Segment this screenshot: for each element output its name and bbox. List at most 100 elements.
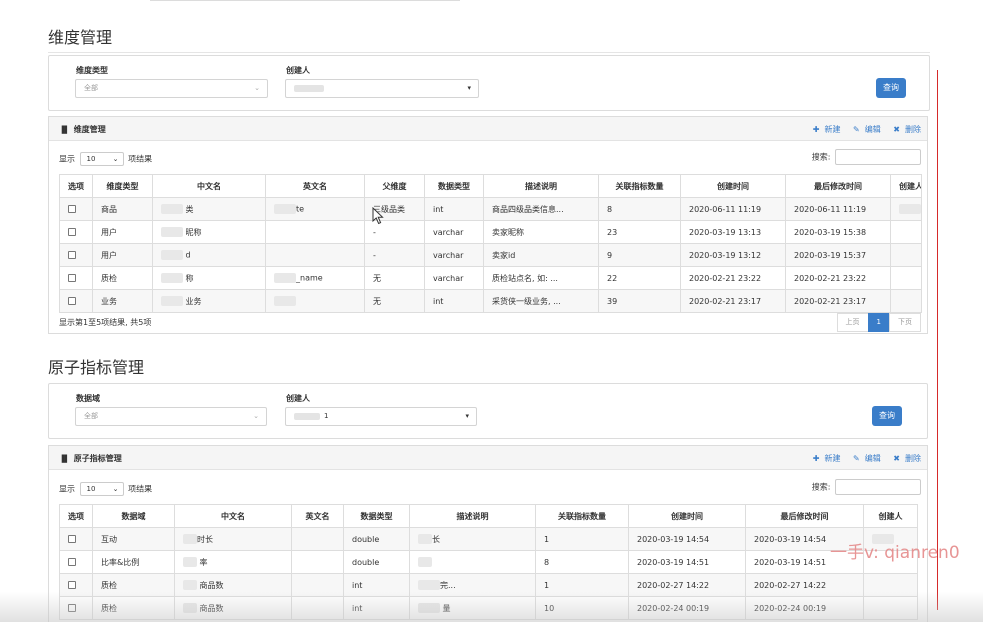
caret-down-icon: ▾ bbox=[467, 84, 471, 92]
col-chinese-name[interactable]: 中文名 bbox=[174, 504, 292, 528]
new-button[interactable]: ✚ 新建 bbox=[808, 125, 841, 134]
redacted-block bbox=[418, 580, 440, 590]
col-chinese-name[interactable]: 中文名 bbox=[152, 174, 266, 198]
search-input[interactable] bbox=[835, 479, 921, 495]
col-dimension-type[interactable]: 维度类型 bbox=[92, 174, 153, 198]
creator-select[interactable]: ▾ bbox=[285, 79, 479, 98]
page-length-select[interactable]: 10 ⌄ bbox=[79, 152, 124, 166]
table-row[interactable]: 质检 商品数 int 量 10 2020-02-24 00:19 2020-02… bbox=[59, 596, 918, 620]
cell-count: 22 bbox=[598, 266, 681, 290]
row-checkbox[interactable] bbox=[68, 274, 76, 282]
col-created-time[interactable]: 创建时间 bbox=[628, 504, 746, 528]
cell-count: 1 bbox=[535, 573, 629, 597]
creator-value-redacted bbox=[294, 412, 320, 420]
row-checkbox[interactable] bbox=[68, 251, 76, 259]
col-created-time[interactable]: 创建时间 bbox=[680, 174, 786, 198]
delete-button[interactable]: ✖ 删除 bbox=[888, 125, 921, 134]
edit-button[interactable]: ✎ 编辑 bbox=[848, 454, 881, 463]
panel-header: ▐▌ 维度管理 ✚ 新建 ✎ 编辑 ✖ 删除 bbox=[49, 117, 927, 141]
cell-cn: 商品数 bbox=[174, 596, 292, 620]
data-domain-select[interactable]: 全部 ⌄ bbox=[75, 407, 267, 426]
creator-select[interactable]: 1 ▾ bbox=[285, 407, 477, 426]
cell-type: 用户 bbox=[92, 220, 153, 244]
col-related-count[interactable]: 关联指标数量 bbox=[598, 174, 681, 198]
row-checkbox-cell bbox=[59, 550, 93, 574]
table-row[interactable]: 质检 称 _name 无 varchar 质检站点名, 如: ... 22 20… bbox=[59, 266, 922, 290]
cell-en bbox=[265, 243, 365, 267]
cell-cn: 昵称 bbox=[152, 220, 266, 244]
table-row[interactable]: 比率&比例 率 double 8 2020-03-19 14:51 2020-0… bbox=[59, 550, 918, 574]
col-description[interactable]: 描述说明 bbox=[483, 174, 599, 198]
table-row[interactable]: 用户 昵称 - varchar 卖家昵称 23 2020-03-19 13:13… bbox=[59, 220, 922, 244]
col-data-type[interactable]: 数据类型 bbox=[343, 504, 410, 528]
cell-desc: 商品四级品类信息... bbox=[483, 197, 599, 221]
cell-desc: 卖家昵称 bbox=[483, 220, 599, 244]
cell-creator bbox=[890, 289, 922, 313]
col-creator[interactable]: 创建人 bbox=[890, 174, 922, 198]
atomic-metrics-table: 选项 数据域 中文名 英文名 数据类型 描述说明 关联指标数量 创建时间 最后修… bbox=[59, 504, 918, 620]
table-row[interactable]: 业务 业务 无 int 采货侠一级业务, ... 39 2020-02-21 2… bbox=[59, 289, 922, 313]
row-checkbox[interactable] bbox=[68, 297, 76, 305]
row-checkbox[interactable] bbox=[68, 228, 76, 236]
caret-down-icon: ▾ bbox=[465, 412, 469, 420]
page-length-control: 显示 10 ⌄ 项结果 bbox=[59, 482, 152, 496]
cell-dtype: int bbox=[343, 596, 410, 620]
col-data-domain[interactable]: 数据域 bbox=[92, 504, 175, 528]
page-1-button[interactable]: 1 bbox=[867, 313, 890, 332]
cell-created: 2020-02-21 23:17 bbox=[680, 289, 786, 313]
cell-creator bbox=[890, 197, 922, 221]
redacted-block bbox=[274, 273, 296, 283]
cell-parent: 无 bbox=[364, 289, 425, 313]
cell-created: 2020-02-27 14:22 bbox=[628, 573, 746, 597]
col-english-name[interactable]: 英文名 bbox=[291, 504, 344, 528]
col-modified-time[interactable]: 最后修改时间 bbox=[745, 504, 864, 528]
col-related-count[interactable]: 关联指标数量 bbox=[535, 504, 629, 528]
table-row[interactable]: 用户 d - varchar 卖家id 9 2020-03-19 13:12 2… bbox=[59, 243, 922, 267]
cell-creator bbox=[863, 573, 918, 597]
col-creator[interactable]: 创建人 bbox=[863, 504, 918, 528]
next-page-button[interactable]: 下页 bbox=[889, 313, 921, 332]
table-row[interactable]: 商品 类 te 三级品类 int 商品四级品类信息... 8 2020-06-1… bbox=[59, 197, 922, 221]
row-checkbox[interactable] bbox=[68, 581, 76, 589]
new-label: 新建 bbox=[824, 454, 841, 463]
table-row[interactable]: 质检 商品数 int 完... 1 2020-02-27 14:22 2020-… bbox=[59, 573, 918, 597]
cell-modified: 2020-02-21 23:22 bbox=[785, 266, 891, 290]
table-row[interactable]: 互动 时长 double 长 1 2020-03-19 14:54 2020-0… bbox=[59, 527, 918, 551]
dimension-type-select[interactable]: 全部 ⌄ bbox=[75, 79, 268, 98]
row-checkbox-cell bbox=[59, 266, 93, 290]
col-parent-dimension[interactable]: 父维度 bbox=[364, 174, 425, 198]
new-button[interactable]: ✚ 新建 bbox=[808, 454, 841, 463]
prev-page-button[interactable]: 上页 bbox=[836, 313, 869, 332]
cell-cn: 类 bbox=[152, 197, 266, 221]
delete-button[interactable]: ✖ 删除 bbox=[888, 454, 921, 463]
row-checkbox[interactable] bbox=[68, 558, 76, 566]
row-checkbox[interactable] bbox=[68, 205, 76, 213]
col-data-type[interactable]: 数据类型 bbox=[424, 174, 484, 198]
col-description[interactable]: 描述说明 bbox=[409, 504, 536, 528]
cell-en bbox=[291, 596, 344, 620]
times-icon: ✖ bbox=[893, 125, 900, 134]
row-checkbox[interactable] bbox=[68, 604, 76, 612]
cell-dtype: double bbox=[343, 550, 410, 574]
cell-dtype: varchar bbox=[424, 243, 484, 267]
edit-button[interactable]: ✎ 编辑 bbox=[848, 125, 881, 134]
cell-count: 8 bbox=[598, 197, 681, 221]
panel-title: ▐▌ 原子指标管理 bbox=[59, 453, 122, 464]
page-length-select[interactable]: 10 ⌄ bbox=[79, 482, 124, 496]
row-checkbox[interactable] bbox=[68, 535, 76, 543]
mouse-pointer-icon bbox=[372, 207, 384, 225]
cell-created: 2020-02-21 23:22 bbox=[680, 266, 786, 290]
page-title-atomic-metrics: 原子指标管理 bbox=[48, 358, 145, 377]
col-english-name[interactable]: 英文名 bbox=[265, 174, 365, 198]
bar-chart-icon: ▐▌ bbox=[59, 455, 70, 463]
cell-en-text: _name bbox=[296, 273, 323, 283]
search-control: 搜索: bbox=[812, 479, 921, 495]
creator-label: 创建人 bbox=[286, 394, 310, 403]
query-button[interactable]: 查询 bbox=[872, 406, 902, 426]
cell-cn-text: 业务 bbox=[185, 296, 202, 306]
row-checkbox-cell bbox=[59, 220, 93, 244]
show-suffix: 项结果 bbox=[128, 484, 153, 494]
search-input[interactable] bbox=[835, 149, 921, 165]
query-button[interactable]: 查询 bbox=[876, 78, 906, 98]
col-modified-time[interactable]: 最后修改时间 bbox=[785, 174, 891, 198]
